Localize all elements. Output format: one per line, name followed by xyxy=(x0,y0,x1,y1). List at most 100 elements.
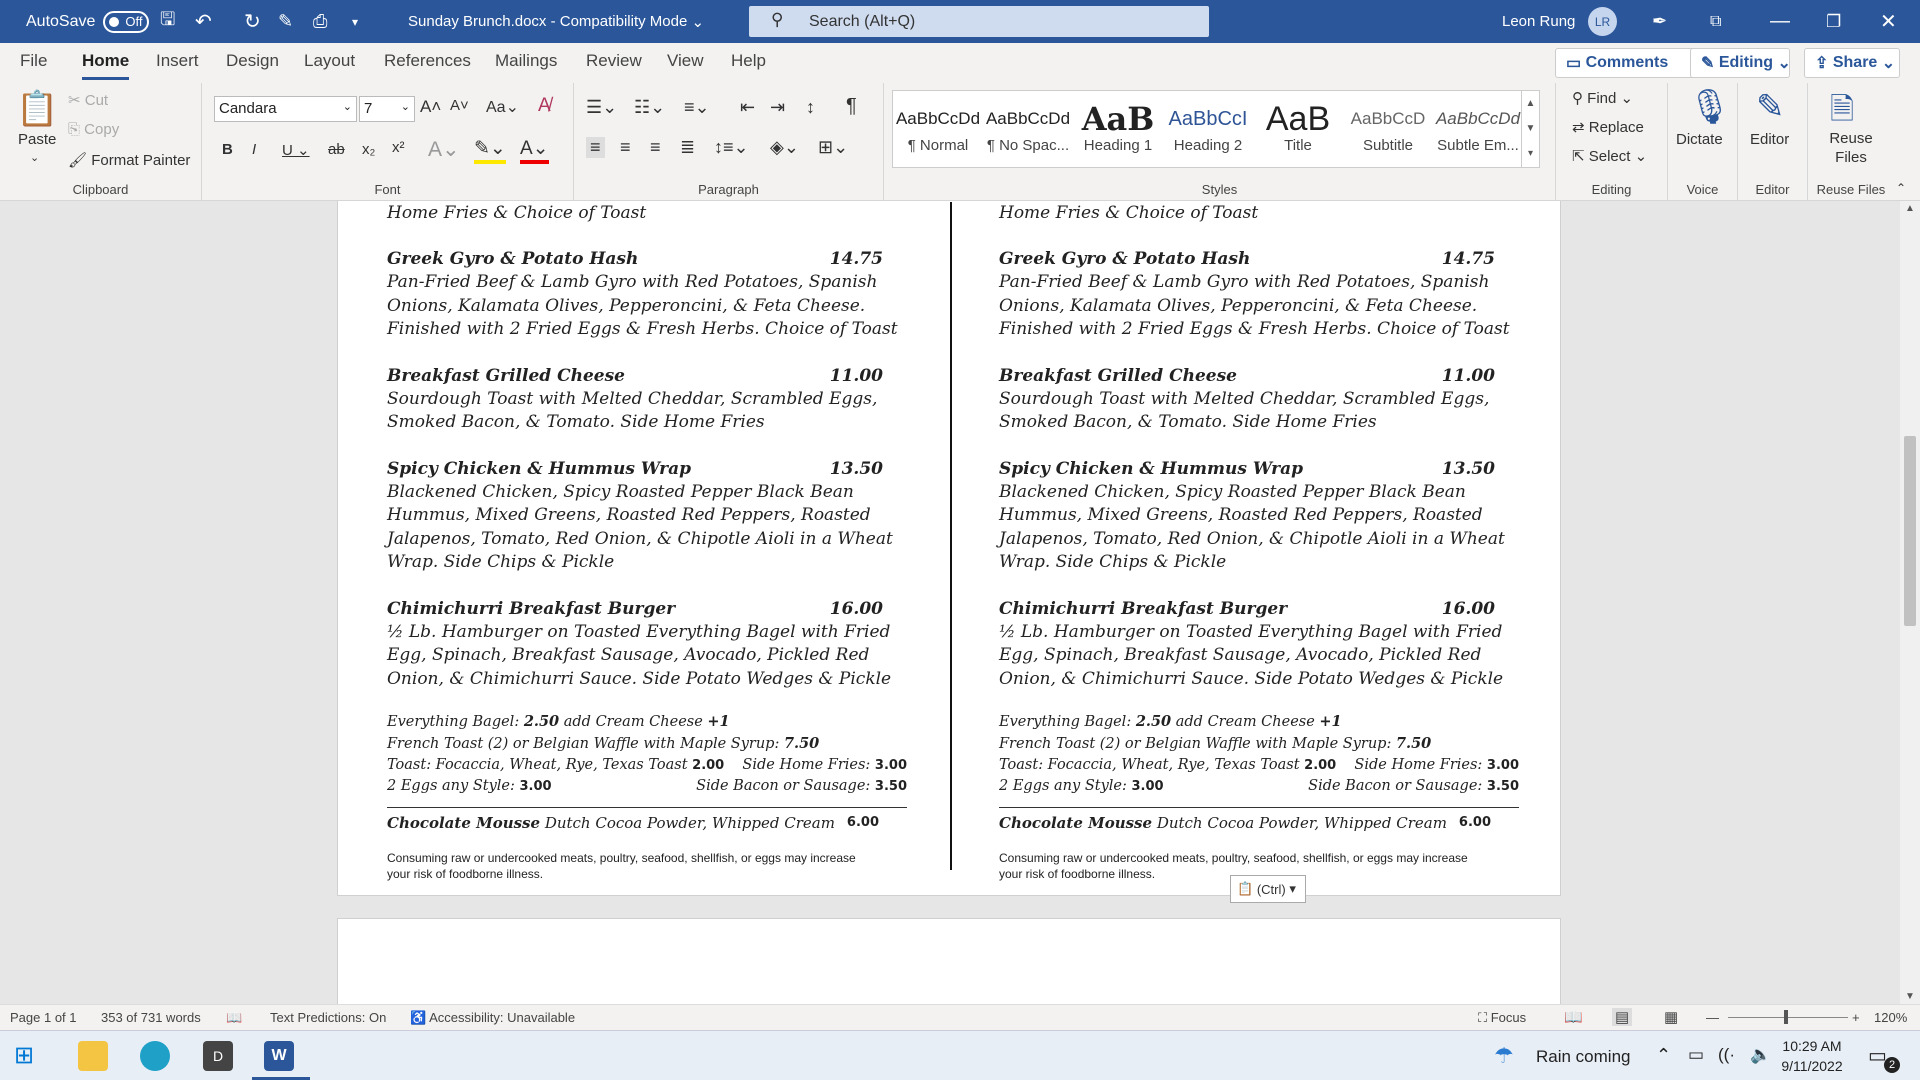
decrease-indent-icon[interactable]: ⇤ xyxy=(740,97,755,118)
microphone-icon[interactable]: 🎙 xyxy=(1688,87,1731,127)
change-case-icon[interactable]: Aa⌄ xyxy=(486,97,519,117)
file-explorer-icon[interactable] xyxy=(78,1041,108,1071)
comments-button[interactable]: ▭ Comments xyxy=(1555,48,1707,78)
reuse-files-button[interactable]: Reuse Files xyxy=(1814,129,1888,167)
web-layout-icon[interactable]: ▦ xyxy=(1664,1008,1678,1026)
align-center-icon[interactable]: ≡ xyxy=(620,137,631,158)
align-right-icon[interactable]: ≡ xyxy=(650,137,661,158)
styles-scroll-icon[interactable]: ▲ ▼ ▾ xyxy=(1521,91,1539,167)
font-color-icon[interactable]: A⌄ xyxy=(520,137,549,164)
focus-button[interactable]: ⛶ Focus xyxy=(1478,1010,1526,1026)
volume-icon[interactable]: 🔈 xyxy=(1750,1045,1771,1065)
pen-icon[interactable]: ✒ xyxy=(1652,0,1667,43)
tab-layout[interactable]: Layout xyxy=(304,51,355,71)
text-effects-icon[interactable]: A⌄ xyxy=(428,137,460,162)
tab-mailings[interactable]: Mailings xyxy=(495,51,557,71)
clear-formatting-icon[interactable]: A̸ xyxy=(538,95,551,117)
battery-icon[interactable]: ▭ xyxy=(1688,1045,1704,1065)
accessibility-status[interactable]: ♿ Accessibility: Unavailable xyxy=(410,1010,575,1026)
bullets-icon[interactable]: ☰⌄ xyxy=(586,97,617,118)
tab-file[interactable]: File xyxy=(20,51,47,71)
bold-button[interactable]: B xyxy=(222,141,233,158)
multilevel-list-icon[interactable]: ≡⌄ xyxy=(684,97,710,118)
ribbon-display-icon[interactable]: ⧉ xyxy=(1710,0,1721,43)
save-icon[interactable]: 🖫 xyxy=(160,0,175,43)
windows-start-icon[interactable]: ⊞ xyxy=(14,1041,44,1071)
print-layout-icon[interactable]: ▤ xyxy=(1612,1008,1633,1026)
tab-insert[interactable]: Insert xyxy=(156,51,199,71)
cut-button[interactable]: ✂ Cut xyxy=(68,91,108,109)
redo-icon[interactable]: ↻ xyxy=(244,0,261,43)
rain-weather-icon[interactable]: ☂ xyxy=(1494,1043,1514,1069)
scroll-up-icon[interactable]: ▲ xyxy=(1905,203,1915,214)
zoom-slider[interactable] xyxy=(1728,1017,1848,1018)
grow-font-icon[interactable]: A˄ xyxy=(420,97,441,117)
tab-home[interactable]: Home xyxy=(82,51,130,80)
style-subtitle[interactable]: AaBbCcD Subtitle xyxy=(1343,101,1433,171)
style-heading-2[interactable]: AaBbCcI Heading 2 xyxy=(1163,101,1253,171)
document-title[interactable]: Sunday Brunch.docx - Compatibility Mode … xyxy=(408,0,704,43)
italic-button[interactable]: I xyxy=(252,141,256,158)
weather-text[interactable]: Rain coming xyxy=(1536,1047,1631,1067)
show-formatting-icon[interactable]: ¶ xyxy=(846,95,857,118)
zoom-in-icon[interactable]: + xyxy=(1852,1010,1860,1025)
editor-pen-icon[interactable]: ✎ xyxy=(1756,87,1785,127)
style-heading-1[interactable]: AaB Heading 1 xyxy=(1073,101,1163,171)
zoom-level[interactable]: 120% xyxy=(1874,1010,1907,1025)
share-button[interactable]: ⇪ Share ⌄ xyxy=(1804,48,1900,78)
tab-review[interactable]: Review xyxy=(586,51,642,71)
dictate-button[interactable]: Dictate xyxy=(1676,131,1723,148)
style-title[interactable]: AaB Title xyxy=(1253,101,1343,171)
vertical-scrollbar[interactable]: ▲ ▼ xyxy=(1900,201,1920,1004)
zoom-out-icon[interactable]: — xyxy=(1706,1010,1719,1025)
font-name-combo[interactable]: Candara ⌄ xyxy=(214,96,357,122)
borders-icon[interactable]: ⊞⌄ xyxy=(818,137,848,158)
autosave-toggle[interactable]: Off xyxy=(103,10,150,33)
editing-mode-button[interactable]: ✎ Editing ⌄ xyxy=(1690,48,1791,78)
tab-view[interactable]: View xyxy=(667,51,704,71)
tab-design[interactable]: Design xyxy=(226,51,279,71)
read-mode-icon[interactable]: 📖 xyxy=(1564,1008,1583,1026)
proofing-icon[interactable]: 📖 xyxy=(226,1010,242,1026)
copy-button[interactable]: ⎘ Copy xyxy=(68,121,119,138)
numbering-icon[interactable]: ☷⌄ xyxy=(634,97,665,118)
collapse-ribbon-icon[interactable]: ⌃ xyxy=(1896,181,1906,195)
clock[interactable]: 10:29 AM 9/11/2022 xyxy=(1770,1036,1854,1076)
style-no-spacing[interactable]: AaBbCcDd ¶ No Spac... xyxy=(983,101,1073,171)
scroll-down-icon[interactable]: ▼ xyxy=(1905,991,1915,1002)
style-subtle-emphasis[interactable]: AaBbCcDd Subtle Em... xyxy=(1433,101,1523,171)
paste-options-button[interactable]: 📋 (Ctrl) ▾ xyxy=(1230,875,1306,903)
page-count[interactable]: Page 1 of 1 xyxy=(10,1010,77,1025)
dell-app-icon[interactable]: D xyxy=(203,1041,233,1071)
scroll-thumb[interactable] xyxy=(1904,436,1916,626)
underline-button[interactable]: U ⌄ xyxy=(282,141,310,159)
shading-icon[interactable]: ◈⌄ xyxy=(770,137,799,158)
wifi-icon[interactable]: ((· xyxy=(1718,1045,1735,1065)
text-predictions[interactable]: Text Predictions: On xyxy=(270,1010,386,1025)
paste-dropdown-icon[interactable]: ⌄ xyxy=(30,151,39,164)
draw-icon[interactable]: ✎ xyxy=(278,0,293,43)
edge-browser-icon[interactable] xyxy=(140,1041,170,1071)
select-button[interactable]: ⇱ Select ⌄ xyxy=(1572,147,1647,165)
shrink-font-icon[interactable]: A˅ xyxy=(450,97,469,114)
customize-qat-icon[interactable]: ▾ xyxy=(352,0,358,43)
style-normal[interactable]: AaBbCcDd ¶ Normal xyxy=(893,101,983,171)
user-name[interactable]: Leon Rung xyxy=(1502,0,1575,43)
align-left-icon[interactable]: ≡ xyxy=(586,137,605,158)
subscript-button[interactable]: x₂ xyxy=(362,141,375,158)
strikethrough-button[interactable]: ab xyxy=(328,141,345,158)
close-icon[interactable]: ✕ xyxy=(1880,0,1897,43)
avatar[interactable]: LR xyxy=(1588,7,1617,36)
highlight-icon[interactable]: ✎⌄ xyxy=(474,137,506,164)
increase-indent-icon[interactable]: ⇥ xyxy=(770,97,785,118)
justify-icon[interactable]: ≣ xyxy=(680,137,695,158)
editor-button[interactable]: Editor xyxy=(1750,131,1789,148)
find-button[interactable]: ⚲ Find ⌄ xyxy=(1572,89,1633,107)
undo-icon[interactable]: ↶ xyxy=(195,0,212,43)
tray-overflow-icon[interactable]: ⌃ xyxy=(1656,1045,1671,1066)
paste-icon[interactable]: 📋 xyxy=(16,89,58,129)
replace-button[interactable]: ⇄ Replace xyxy=(1572,118,1644,136)
word-count[interactable]: 353 of 731 words xyxy=(101,1010,201,1025)
zoom-slider-thumb[interactable] xyxy=(1784,1010,1788,1024)
word-app-icon[interactable]: W xyxy=(264,1041,294,1071)
